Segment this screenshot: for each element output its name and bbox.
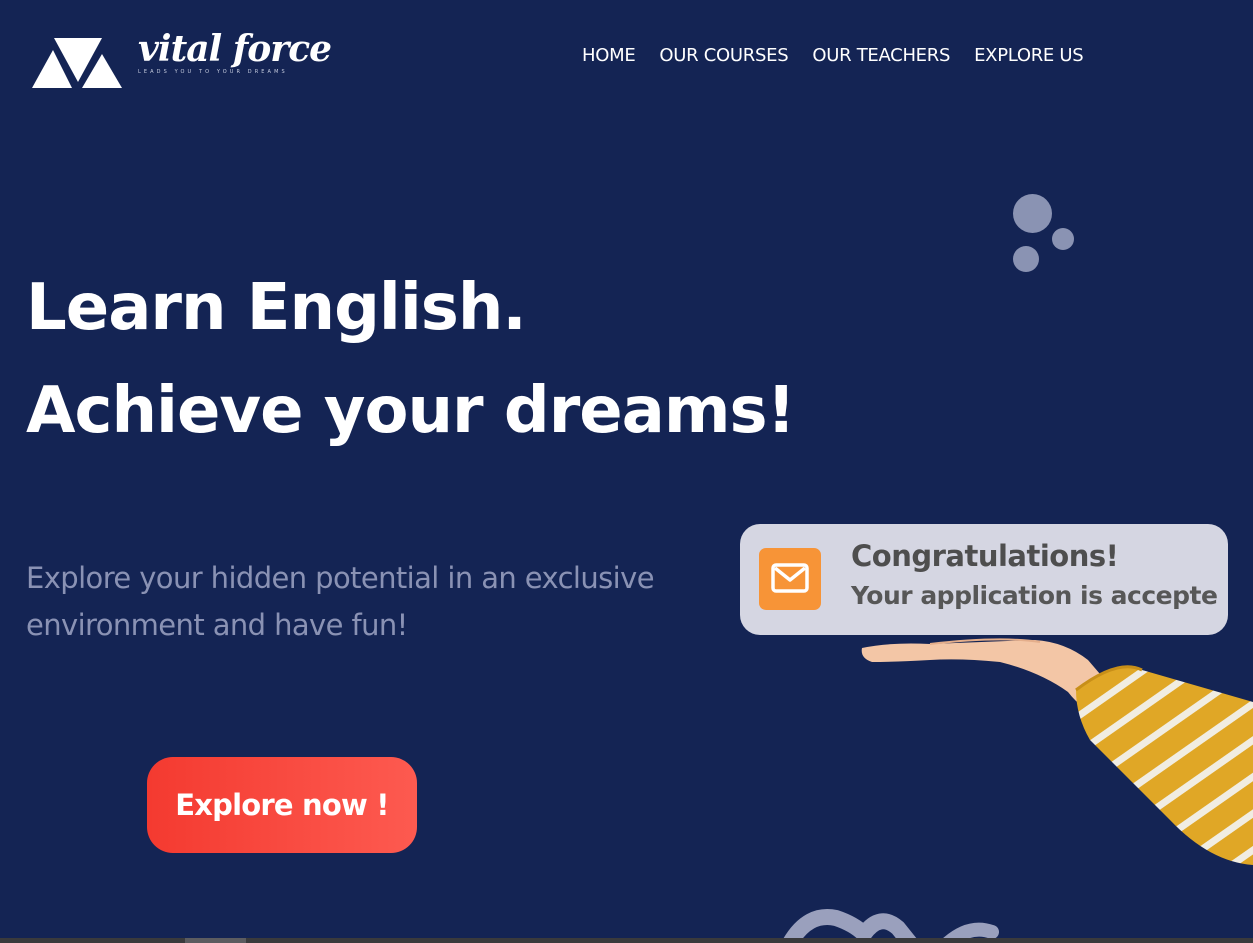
mail-icon-badge <box>759 548 821 610</box>
mail-icon <box>771 563 809 593</box>
hero-headline-line1: Learn English. <box>26 271 527 345</box>
decorative-shape <box>782 909 999 943</box>
nav-our-courses[interactable]: OUR COURSES <box>659 45 788 66</box>
nav-home[interactable]: HOME <box>582 45 636 66</box>
site-header: vital force LEADS YOU TO YOUR DREAMS HOM… <box>0 0 1253 120</box>
scrollbar-thumb[interactable] <box>185 938 246 943</box>
nav-our-teachers[interactable]: OUR TEACHERS <box>812 45 950 66</box>
notification-card[interactable]: Congratulations! Your application is acc… <box>740 524 1228 635</box>
brand-logo[interactable]: vital force LEADS YOU TO YOUR DREAMS <box>32 28 332 88</box>
logo-triangles-icon <box>32 38 122 88</box>
brand-tagline: LEADS YOU TO YOUR DREAMS <box>138 69 288 75</box>
decor-bubble <box>1013 194 1052 233</box>
hero-headline-line2: Achieve your dreams! <box>26 374 796 448</box>
hand-illustration <box>861 638 1253 865</box>
decor-bubble <box>1052 228 1074 250</box>
decorative-bubbles <box>1010 192 1080 276</box>
main-nav: HOME OUR COURSES OUR TEACHERS EXPLORE US <box>582 45 1084 66</box>
nav-explore-us[interactable]: EXPLORE US <box>974 45 1084 66</box>
notification-message: Your application is accepte <box>851 581 1218 610</box>
notification-title: Congratulations! <box>851 539 1119 573</box>
hero-subtitle: Explore your hidden potential in an excl… <box>26 561 655 642</box>
decor-bubble <box>1013 246 1039 272</box>
brand-name: vital force <box>138 28 332 70</box>
explore-now-button[interactable]: Explore now ! <box>147 757 417 853</box>
